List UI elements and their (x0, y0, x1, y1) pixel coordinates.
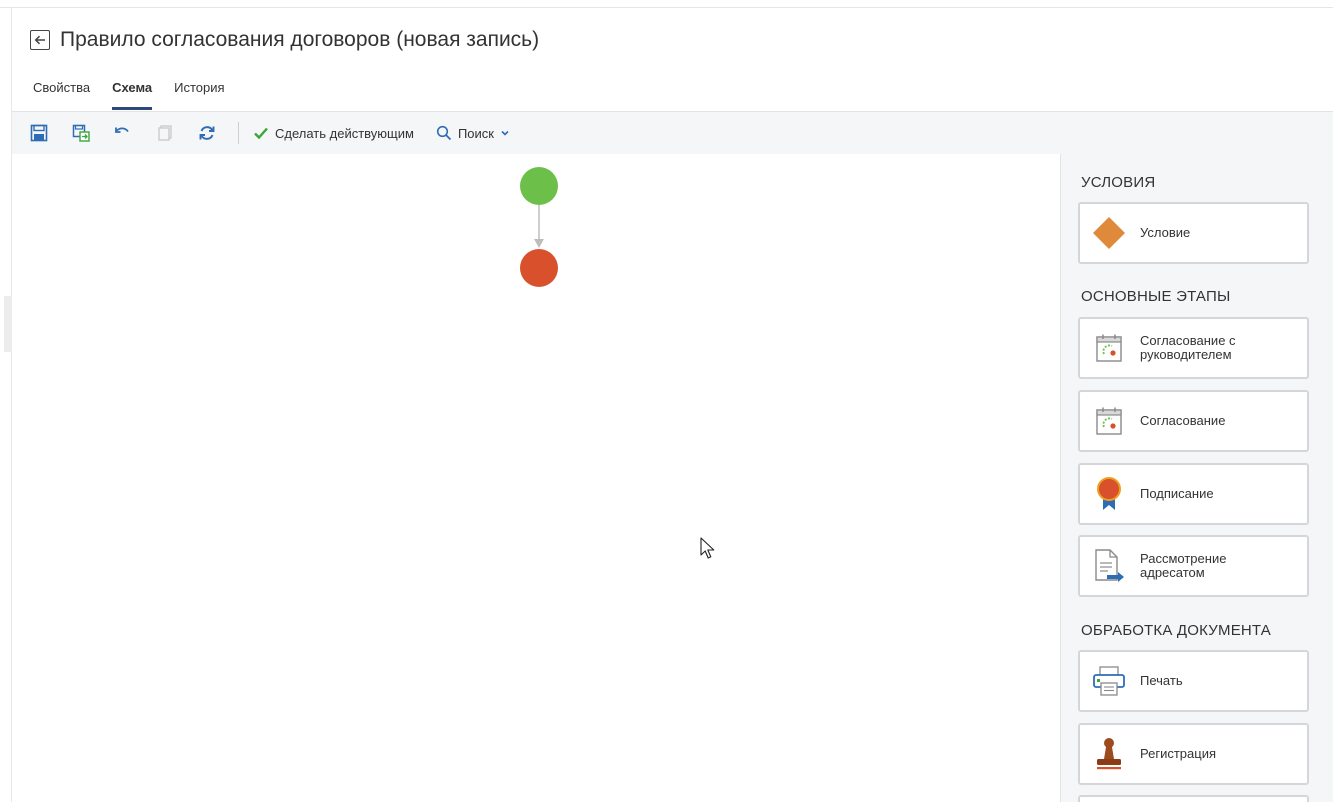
calendar-icon (1092, 330, 1126, 366)
start-node[interactable] (520, 167, 558, 205)
toolbar: Сделать действующим Поиск (12, 111, 1333, 154)
undo-icon (115, 127, 129, 133)
palette-item-label: Согласование с руководителем (1140, 334, 1236, 362)
tab-properties[interactable]: Свойства (33, 76, 90, 110)
top-strip (0, 0, 1333, 8)
section-title-document-processing: ОБРАБОТКА ДОКУМЕНТА (1081, 622, 1271, 639)
label-line-1: Рассмотрение (1140, 551, 1227, 566)
palette-item-manager-approval[interactable]: Согласование с руководителем (1078, 317, 1309, 379)
arrow-left-icon (34, 35, 45, 45)
page-header: Правило согласования договоров (новая за… (30, 20, 539, 60)
chevron-down-icon (501, 130, 509, 136)
refresh-icon (199, 126, 215, 140)
tab-history[interactable]: История (174, 76, 224, 110)
palette-item-label: Регистрация (1140, 746, 1216, 761)
section-title-conditions: УСЛОВИЯ (1081, 174, 1156, 191)
copy-icon (158, 125, 172, 141)
end-node[interactable] (520, 249, 558, 287)
sidebar-collapse-handle[interactable] (4, 296, 12, 352)
palette-item-signing[interactable]: Подписание (1078, 463, 1309, 525)
label-line-1: Согласование с (1140, 333, 1236, 348)
make-active-label: Сделать действующим (275, 125, 414, 141)
palette-item-approval[interactable]: Согласование (1078, 390, 1309, 452)
palette-item-print[interactable]: Печать (1078, 650, 1309, 712)
save-button[interactable] (28, 122, 50, 144)
copy-button[interactable] (154, 122, 176, 144)
search-label: Поиск (457, 125, 494, 141)
save-as-icon (72, 124, 90, 142)
palette-item-label: Подписание (1140, 486, 1214, 501)
tab-schema[interactable]: Схема (112, 76, 153, 110)
left-sidebar-edge (0, 8, 12, 802)
section-title-main-stages: ОСНОВНЫЕ ЭТАПЫ (1081, 288, 1231, 305)
undo-button[interactable] (112, 122, 134, 144)
palette-item-label: Согласование (1140, 413, 1226, 428)
checkmark-icon (254, 127, 268, 140)
diagram-canvas[interactable] (13, 154, 1060, 802)
save-icon (30, 124, 48, 142)
search-icon (436, 125, 452, 141)
page-title: Правило согласования договоров (новая за… (60, 28, 540, 51)
palette-item-label: Печать (1140, 673, 1183, 688)
refresh-button[interactable] (196, 122, 218, 144)
palette-item-label: Рассмотрение адресатом (1140, 552, 1226, 580)
back-button[interactable] (30, 30, 50, 50)
tab-bar: Свойства Схема История (33, 76, 247, 110)
label-line-2: руководителем (1140, 347, 1232, 362)
palette-item-addressee-review[interactable]: Рассмотрение адресатом (1078, 535, 1309, 597)
ribbon-icon (1092, 476, 1126, 512)
save-and-close-button[interactable] (70, 122, 92, 144)
element-palette: УСЛОВИЯ Условие ОСНОВНЫЕ ЭТАПЫ Согласова… (1060, 154, 1333, 802)
make-active-button[interactable]: Сделать действующим (253, 125, 414, 141)
label-line-2: адресатом (1140, 565, 1205, 580)
diamond-icon (1092, 215, 1126, 251)
palette-item-label: Условие (1140, 225, 1191, 240)
calendar-icon (1092, 403, 1126, 439)
mouse-cursor-icon (700, 537, 715, 559)
toolbar-separator (238, 122, 239, 144)
printer-icon (1092, 663, 1126, 699)
palette-item-condition[interactable]: Условие (1078, 202, 1309, 264)
document-arrow-icon (1092, 548, 1126, 584)
stamp-icon (1092, 736, 1126, 772)
palette-item-partial[interactable] (1078, 795, 1309, 802)
search-button[interactable]: Поиск (436, 125, 510, 141)
palette-item-registration[interactable]: Регистрация (1078, 723, 1309, 785)
